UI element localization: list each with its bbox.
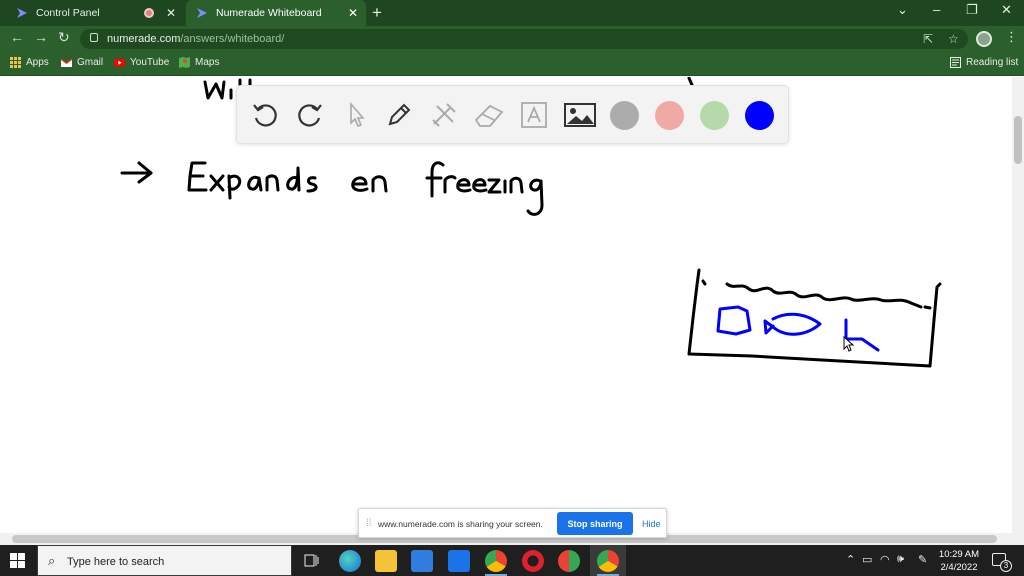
tab-search-icon[interactable]: ⌄ xyxy=(897,2,908,18)
recording-icon xyxy=(144,8,154,18)
numerade-tab-icon xyxy=(17,8,27,18)
hide-button[interactable]: Hide xyxy=(642,519,661,529)
lock-icon xyxy=(90,33,98,42)
redo-button[interactable] xyxy=(293,98,327,132)
back-icon[interactable]: ← xyxy=(10,29,24,45)
search-placeholder: Type here to search xyxy=(67,556,165,568)
text-tool-button[interactable] xyxy=(517,98,551,132)
pen-tool-button[interactable] xyxy=(382,98,416,132)
color-swatch-blue[interactable] xyxy=(745,101,774,130)
browser-toolbar: ← → ↻ numerade.com/answers/whiteboard/ ⇱… xyxy=(0,26,1024,52)
tab-strip: Control Panel ✕ Numerade Whiteboard ✕ + … xyxy=(0,0,1024,26)
tab-close-icon[interactable]: ✕ xyxy=(346,6,360,20)
windows-start-icon[interactable] xyxy=(10,553,25,568)
undo-button[interactable] xyxy=(248,98,282,132)
bookmark-apps[interactable]: Apps xyxy=(10,57,49,68)
mouse-cursor-icon xyxy=(843,336,855,352)
eraser-tool-button[interactable] xyxy=(472,98,506,132)
color-swatch-gray[interactable] xyxy=(610,101,639,130)
pointer-icon xyxy=(350,101,365,127)
bookmarks-bar: Apps Gmail YouTube Maps Reading list xyxy=(0,52,1024,76)
handwritten-drawing xyxy=(120,77,942,368)
drag-handle-icon[interactable]: ⁞⁞ xyxy=(366,518,372,529)
reading-list-button[interactable]: Reading list xyxy=(950,57,1018,68)
bookmark-star-icon[interactable]: ☆ xyxy=(948,32,959,46)
microsoft-store-icon[interactable] xyxy=(411,550,433,572)
battery-icon[interactable]: ▭ xyxy=(862,553,872,566)
tools-button[interactable] xyxy=(427,98,461,132)
address-bar[interactable]: numerade.com/answers/whiteboard/ ⇱ ☆ xyxy=(80,29,968,49)
bookmark-gmail[interactable]: Gmail xyxy=(61,57,103,68)
bookmark-youtube[interactable]: YouTube xyxy=(114,57,169,68)
forward-icon[interactable]: → xyxy=(34,29,48,45)
clock-time: 10:29 AM xyxy=(938,549,980,560)
opera-icon[interactable] xyxy=(522,550,544,572)
maximize-button[interactable]: ❐ xyxy=(966,2,978,18)
show-hidden-icons[interactable]: ⌃ xyxy=(846,553,855,566)
search-icon: ⌕ xyxy=(48,553,56,568)
apps-grid-icon xyxy=(10,57,21,68)
image-tool-button[interactable] xyxy=(563,98,597,132)
tab-title: Numerade Whiteboard xyxy=(216,7,322,19)
clock-date: 2/4/2022 xyxy=(940,562,978,573)
taskbar: ⌕ Type here to search ⌃ ▭ ◠ 🕪 ✎ 10:29 AM… xyxy=(0,545,1024,576)
eraser-icon xyxy=(474,104,504,127)
pen-icon xyxy=(388,103,411,126)
sharing-message: www.numerade.com is sharing your screen. xyxy=(378,519,543,529)
redo-icon xyxy=(298,104,322,127)
volume-icon[interactable]: 🕪 xyxy=(897,553,904,566)
tab-title: Control Panel xyxy=(36,7,100,19)
notification-count: 3 xyxy=(1000,560,1012,572)
color-swatch-green[interactable] xyxy=(700,101,729,130)
bookmark-maps[interactable]: Maps xyxy=(179,57,219,68)
chrome-icon[interactable] xyxy=(485,550,507,572)
tab-numerade-whiteboard[interactable]: Numerade Whiteboard ✕ xyxy=(186,0,366,26)
stop-sharing-button[interactable]: Stop sharing xyxy=(557,512,633,535)
chrome-active-icon[interactable] xyxy=(597,550,619,572)
select-tool-button[interactable] xyxy=(338,98,372,132)
task-view-icon[interactable] xyxy=(304,553,320,568)
numerade-tab-icon xyxy=(197,8,207,18)
maps-icon xyxy=(179,57,190,68)
tab-close-icon[interactable]: ✕ xyxy=(164,6,178,20)
new-tab-button[interactable]: + xyxy=(372,3,382,23)
system-clock[interactable]: 10:29 AM 2/4/2022 xyxy=(933,548,985,574)
color-swatch-pink[interactable] xyxy=(655,101,684,130)
close-window-button[interactable]: ✕ xyxy=(1001,2,1012,18)
profile-avatar[interactable] xyxy=(976,31,992,47)
mail-icon[interactable] xyxy=(448,550,470,572)
text-icon xyxy=(521,102,547,128)
reading-list-icon xyxy=(950,57,961,68)
tab-control-panel[interactable]: Control Panel ✕ xyxy=(6,0,184,26)
youtube-icon xyxy=(114,59,125,67)
image-icon xyxy=(564,103,596,127)
undo-icon xyxy=(253,104,277,127)
whiteboard-toolbar xyxy=(236,85,789,144)
taskbar-search-box[interactable]: ⌕ Type here to search xyxy=(37,545,292,576)
reload-icon[interactable]: ↻ xyxy=(58,29,70,46)
url-text: numerade.com/answers/whiteboard/ xyxy=(107,33,285,45)
edge-icon[interactable] xyxy=(339,550,361,572)
tools-icon xyxy=(432,103,456,127)
browser-menu-icon[interactable]: ⋮ xyxy=(1005,29,1018,45)
screen-sharing-bar: ⁞⁞ www.numerade.com is sharing your scre… xyxy=(358,508,667,538)
chrome-profile-icon[interactable] xyxy=(558,550,580,572)
minimize-button[interactable]: – xyxy=(933,2,940,17)
pen-workspace-icon[interactable]: ✎ xyxy=(918,553,927,566)
file-explorer-icon[interactable] xyxy=(375,550,397,572)
vertical-scroll-thumb[interactable] xyxy=(1014,116,1022,164)
gmail-icon xyxy=(61,58,72,67)
whiteboard-canvas[interactable] xyxy=(0,77,1012,533)
share-icon[interactable]: ⇱ xyxy=(923,32,933,46)
wifi-icon[interactable]: ◠ xyxy=(880,553,890,566)
